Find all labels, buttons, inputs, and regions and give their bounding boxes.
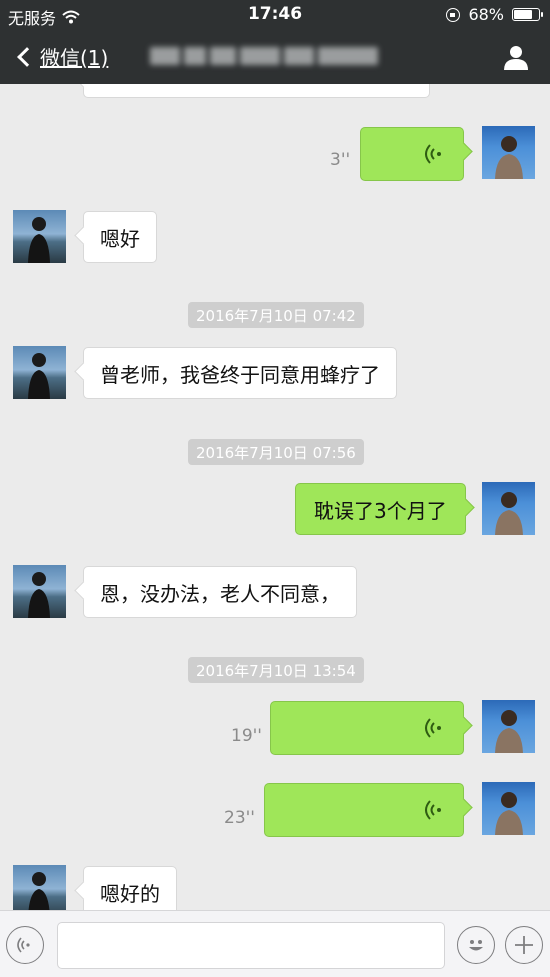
- voice-message-outgoing[interactable]: [264, 783, 464, 837]
- input-bar: [0, 910, 550, 977]
- status-bar: 无服务 17:46 68%: [0, 0, 550, 30]
- back-label: 微信(1): [40, 46, 109, 70]
- chat-title-blurred: [150, 47, 400, 67]
- message-bubble-incoming[interactable]: 嗯好的: [83, 866, 177, 910]
- message-bubble-outgoing[interactable]: 耽误了3个月了: [295, 483, 466, 535]
- emoji-icon: [469, 940, 483, 951]
- message-list[interactable]: 3'' 嗯好 2016年7月10日 07:42 曾老师，我爸终于同意用蜂疗了 2…: [0, 84, 550, 910]
- contact-avatar[interactable]: [13, 565, 66, 618]
- timestamp-divider: 2016年7月10日 07:42: [188, 302, 364, 328]
- message-bubble-incoming[interactable]: 恩，没办法，老人不同意，: [83, 566, 357, 618]
- voice-message-outgoing[interactable]: [360, 127, 464, 181]
- message-bubble-incoming[interactable]: 曾老师，我爸终于同意用蜂疗了: [83, 347, 397, 399]
- message-input[interactable]: [57, 922, 445, 969]
- back-button[interactable]: 微信(1): [14, 42, 108, 71]
- navigation-bar: 微信(1): [0, 30, 550, 84]
- chevron-left-icon: [17, 46, 37, 67]
- message-bubble-incoming[interactable]: 嗯好: [83, 211, 157, 263]
- battery-percent: 68%: [468, 5, 504, 24]
- timestamp-divider: 2016年7月10日 07:56: [188, 439, 364, 465]
- emoji-button[interactable]: [457, 926, 495, 964]
- voice-duration: 19'': [231, 726, 262, 746]
- my-avatar[interactable]: [482, 700, 535, 753]
- voice-mode-icon: [17, 937, 30, 953]
- voice-wave-icon: [425, 800, 441, 820]
- person-icon[interactable]: [502, 43, 530, 71]
- rotation-lock-icon: [446, 7, 461, 22]
- contact-avatar[interactable]: [13, 346, 66, 399]
- my-avatar[interactable]: [482, 482, 535, 535]
- battery-fill: [514, 10, 532, 19]
- contact-avatar[interactable]: [13, 865, 66, 910]
- my-avatar[interactable]: [482, 126, 535, 179]
- status-right: 68%: [446, 5, 543, 24]
- voice-duration: 23'': [224, 808, 255, 828]
- voice-duration: 3'': [330, 150, 351, 170]
- battery-icon: [512, 8, 543, 21]
- contact-avatar[interactable]: [13, 210, 66, 263]
- timestamp-divider: 2016年7月10日 13:54: [188, 657, 364, 683]
- voice-wave-icon: [425, 144, 441, 164]
- my-avatar[interactable]: [482, 782, 535, 835]
- plus-icon: [515, 936, 533, 954]
- message-bubble-incoming[interactable]: [83, 84, 430, 98]
- voice-mode-button[interactable]: [6, 926, 44, 964]
- more-button[interactable]: [505, 926, 543, 964]
- voice-message-outgoing[interactable]: [270, 701, 464, 755]
- voice-wave-icon: [425, 718, 441, 738]
